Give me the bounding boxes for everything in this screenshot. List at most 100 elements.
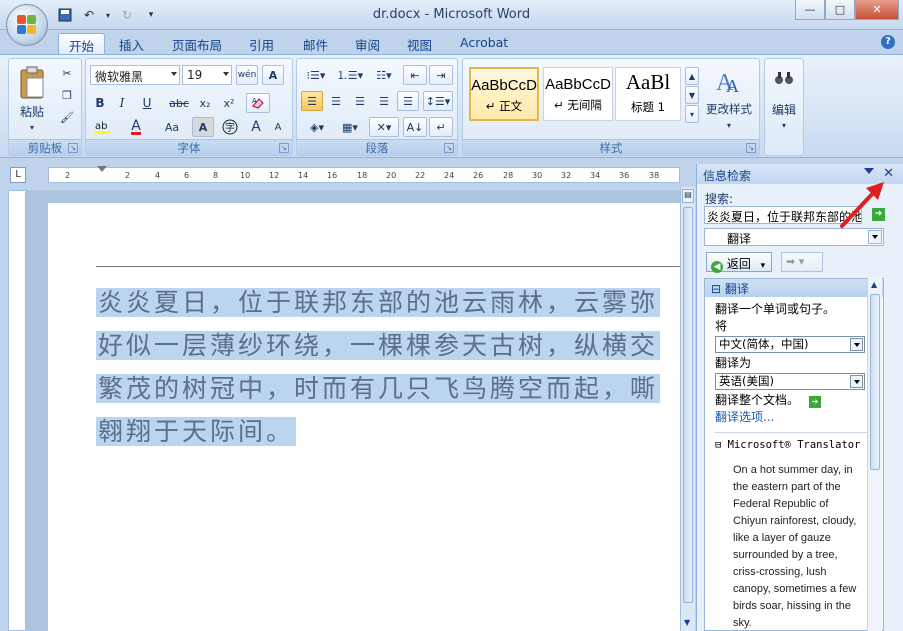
document-scrollbar[interactable]: ▤ ▼ — [680, 187, 695, 631]
close-button[interactable]: ✕ — [855, 0, 899, 20]
shading-icon[interactable]: ◈▾ — [301, 117, 333, 137]
selected-text-line[interactable]: 炎炎夏日，位于联邦东部的池云雨林，云雾弥 — [96, 288, 661, 317]
scrollbar-thumb[interactable] — [870, 294, 880, 470]
tab-acrobat[interactable]: Acrobat — [450, 33, 518, 54]
tab-page-layout[interactable]: 页面布局 — [162, 33, 232, 54]
clipboard-launcher-icon[interactable]: ↘ — [68, 143, 78, 153]
translate-section-header[interactable]: ⊟ 翻译 — [705, 279, 883, 297]
decrease-indent-icon[interactable]: ⇤ — [403, 65, 427, 85]
clear-format-icon[interactable]: A — [246, 93, 270, 113]
font-size-combo[interactable]: 19 — [182, 65, 232, 85]
multilevel-list-icon[interactable]: ☷▾ — [369, 65, 399, 85]
phonetic-guide-button[interactable]: wén — [236, 65, 258, 85]
font-name-combo[interactable]: 微软雅黑 — [90, 65, 180, 85]
format-painter-icon[interactable]: 🖌 — [57, 107, 77, 127]
line-spacing-icon[interactable]: ↕☰▾ — [423, 91, 453, 111]
bullets-icon[interactable]: ⁝☰▾ — [301, 65, 331, 85]
grow-font-button[interactable]: A — [246, 117, 266, 137]
to-language-select[interactable]: 英语(美国) — [715, 373, 865, 390]
office-button[interactable] — [6, 4, 48, 46]
numbering-icon[interactable]: ⒈☰▾ — [335, 65, 365, 85]
char-shading-button[interactable]: A — [192, 117, 214, 137]
ruler-toggle-icon[interactable]: ▤ — [682, 189, 694, 203]
style-no-spacing[interactable]: AaBbCcD ↵ 无间隔 — [543, 67, 613, 121]
tab-review[interactable]: 审阅 — [345, 33, 390, 54]
tab-home[interactable]: 开始 — [58, 33, 106, 54]
char-border-button[interactable]: A — [262, 65, 284, 85]
paste-dropdown-icon[interactable]: ▾ — [13, 121, 51, 133]
selected-text-line[interactable]: 翱翔于天际间。 — [96, 417, 297, 446]
forward-button[interactable]: ➡ ▾ — [781, 252, 823, 272]
back-button[interactable]: ◀ 返回 ▾ — [706, 252, 772, 273]
selected-text-line[interactable]: 好似一层薄纱环绕，一棵棵参天古树，纵横交 — [96, 331, 661, 360]
style-heading-1[interactable]: AaBl 标题 1 — [615, 67, 681, 121]
translator-header[interactable]: ⊟ Microsoft® Translator — [715, 432, 873, 454]
vertical-ruler[interactable] — [8, 190, 26, 631]
translation-options-link[interactable]: 翻译选项... — [715, 409, 873, 426]
change-styles-button[interactable]: 更改样式 — [701, 101, 757, 117]
styles-scroll-down-icon[interactable]: ▼ — [685, 86, 699, 104]
editing-button[interactable]: 编辑 — [765, 101, 803, 118]
styles-launcher-icon[interactable]: ↘ — [746, 143, 756, 153]
show-marks-icon[interactable]: ↵ — [429, 117, 453, 137]
paste-icon[interactable] — [13, 63, 51, 103]
binoculars-icon[interactable] — [769, 65, 799, 91]
scroll-down-icon[interactable]: ▼ — [684, 618, 690, 627]
translate-document-row[interactable]: 翻译整个文档。 ➜ — [715, 392, 873, 409]
service-select[interactable]: 翻译 — [704, 228, 884, 246]
underline-button[interactable]: U — [134, 93, 160, 113]
svg-text:字: 字 — [225, 121, 235, 134]
editing-dropdown-icon[interactable]: ▾ — [769, 119, 799, 131]
help-icon[interactable]: ? — [881, 35, 895, 49]
font-color-button[interactable]: A — [122, 117, 150, 137]
tab-mailings[interactable]: 邮件 — [293, 33, 338, 54]
document-body[interactable]: 炎炎夏日，位于联邦东部的池云雨林，云雾弥 好似一层薄纱环绕，一棵棵参天古树，纵横… — [96, 281, 680, 453]
tab-selector-icon[interactable]: L — [10, 167, 26, 183]
shrink-font-button[interactable]: A — [268, 117, 288, 137]
sort-icon[interactable]: A↓ — [403, 117, 427, 137]
horizontal-ruler[interactable]: 2 2 4 6 8 10 12 14 16 18 20 22 24 26 28 … — [48, 166, 680, 183]
italic-button[interactable]: I — [112, 93, 132, 113]
back-dropdown-icon[interactable]: ▾ — [761, 261, 766, 271]
subscript-button[interactable]: x₂ — [194, 93, 216, 113]
collapse-icon[interactable]: ⊟ — [711, 282, 721, 296]
borders-icon[interactable]: ▦▾ — [335, 117, 365, 137]
results-scrollbar[interactable]: ▲ — [867, 278, 882, 631]
increase-indent-icon[interactable]: ⇥ — [429, 65, 453, 85]
enclose-char-icon[interactable]: 字 — [218, 117, 242, 137]
pane-options-icon[interactable] — [864, 168, 874, 174]
scrollbar-thumb[interactable] — [683, 207, 693, 603]
paragraph-launcher-icon[interactable]: ↘ — [444, 143, 454, 153]
cut-icon[interactable]: ✂ — [57, 63, 77, 83]
style-normal[interactable]: AaBbCcD ↵ 正文 — [469, 67, 539, 121]
bold-button[interactable]: B — [90, 93, 110, 113]
align-center-icon[interactable]: ☰ — [325, 91, 347, 111]
tab-view[interactable]: 视图 — [397, 33, 442, 54]
align-right-icon[interactable]: ☰ — [349, 91, 371, 111]
tab-references[interactable]: 引用 — [239, 33, 284, 54]
chinese-layout-icon[interactable]: ✕▾ — [369, 117, 399, 137]
scroll-up-icon[interactable]: ▲ — [871, 280, 877, 289]
go-arrow-icon[interactable]: ➜ — [808, 396, 821, 408]
strikethrough-button[interactable]: abc — [166, 93, 192, 113]
minimize-button[interactable]: — — [795, 0, 825, 20]
from-language-select[interactable]: 中文(简体，中国) — [715, 336, 865, 353]
justify-icon[interactable]: ☰ — [373, 91, 395, 111]
change-case-button[interactable]: Aa — [156, 117, 188, 137]
superscript-button[interactable]: x² — [218, 93, 240, 113]
change-styles-icon[interactable]: AA — [709, 63, 749, 99]
font-launcher-icon[interactable]: ↘ — [279, 143, 289, 153]
styles-more-icon[interactable]: ▾ — [685, 105, 699, 123]
collapse-icon[interactable]: ⊟ — [715, 439, 721, 451]
styles-scroll-up-icon[interactable]: ▲ — [685, 67, 699, 85]
restore-button[interactable]: □ — [825, 0, 855, 20]
indent-marker-icon[interactable] — [97, 166, 107, 172]
paste-button-label[interactable]: 粘贴 — [13, 103, 51, 120]
tab-insert[interactable]: 插入 — [109, 33, 154, 54]
selected-text-line[interactable]: 繁茂的树冠中，时而有几只飞鸟腾空而起，嘶 — [96, 374, 661, 403]
distributed-icon[interactable]: ☰ — [397, 91, 419, 111]
highlight-icon[interactable]: ab — [90, 117, 118, 137]
copy-icon[interactable]: ❐ — [57, 85, 77, 105]
change-styles-dropdown-icon[interactable]: ▾ — [709, 119, 749, 131]
align-left-icon[interactable]: ☰ — [301, 91, 323, 111]
